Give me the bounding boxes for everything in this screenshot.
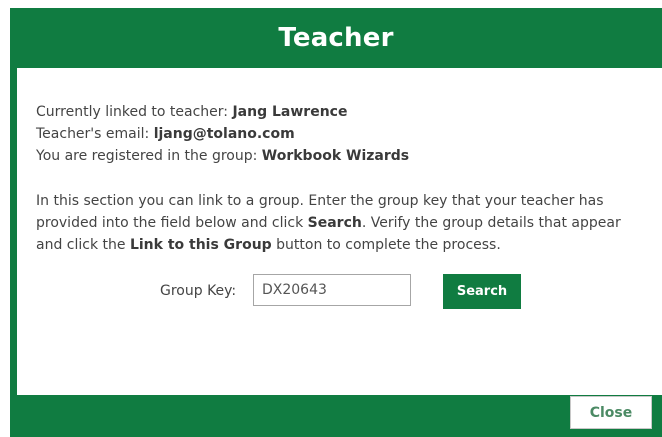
search-button[interactable]: Search	[443, 274, 521, 309]
instructions-search-word: Search	[307, 215, 362, 231]
teacher-email: ljang@tolano.com	[153, 126, 295, 142]
dialog-title: Teacher	[278, 23, 394, 53]
instructions-part-3: button to complete the process.	[271, 237, 501, 253]
group-name: Workbook Wizards	[261, 148, 410, 164]
teacher-name: Jang Lawrence	[232, 104, 348, 120]
instructions-text: In this section you can link to a group.…	[36, 190, 646, 256]
teacher-email-line: Teacher's email: ljang@tolano.com	[36, 123, 409, 145]
linked-teacher-prefix: Currently linked to teacher:	[36, 104, 233, 120]
teacher-info: Currently linked to teacher: Jang Lawren…	[36, 101, 409, 167]
group-key-input[interactable]	[253, 274, 411, 306]
group-key-row: Group Key: Search	[17, 274, 662, 309]
dialog-content: Currently linked to teacher: Jang Lawren…	[17, 68, 662, 395]
instructions-link-word: Link to this Group	[129, 237, 272, 253]
registered-group-line: You are registered in the group: Workboo…	[36, 145, 409, 167]
group-key-label: Group Key:	[160, 283, 237, 299]
teacher-email-prefix: Teacher's email:	[36, 126, 154, 142]
teacher-dialog: Teacher Currently linked to teacher: Jan…	[10, 8, 662, 437]
close-button[interactable]: Close	[570, 396, 652, 429]
registered-group-prefix: You are registered in the group:	[36, 148, 262, 164]
linked-teacher-line: Currently linked to teacher: Jang Lawren…	[36, 101, 409, 123]
